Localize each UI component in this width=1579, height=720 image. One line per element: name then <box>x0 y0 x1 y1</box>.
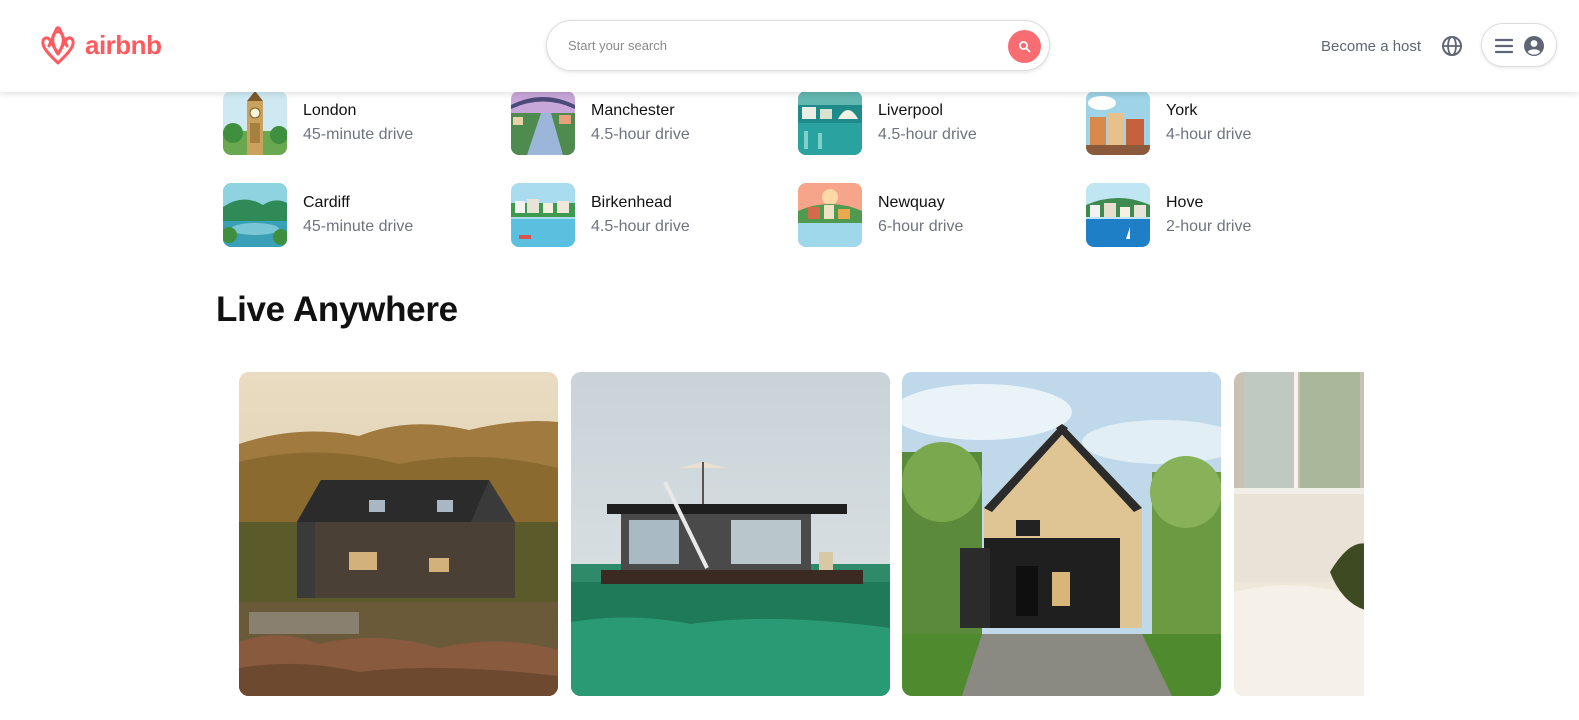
user-menu-button[interactable] <box>1481 23 1557 67</box>
airbnb-logo[interactable]: airbnb <box>39 24 162 66</box>
live-anywhere-card[interactable] <box>902 372 1221 696</box>
search-icon <box>1019 41 1031 53</box>
destination-thumbnail <box>511 183 575 247</box>
destination-newquay[interactable]: Newquay 6-hour drive <box>798 183 1058 247</box>
destination-city: Newquay <box>878 194 945 211</box>
brand-name: airbnb <box>85 29 162 60</box>
top-navbar: airbnb Become a host <box>0 0 1579 92</box>
a-frame-cabin-image <box>902 372 1221 696</box>
destination-distance: 4-hour drive <box>1166 126 1252 143</box>
live-anywhere-title: Live Anywhere <box>216 290 458 329</box>
bedroom-interior-image <box>1234 372 1364 696</box>
destination-thumbnail <box>1086 183 1150 247</box>
become-a-host-link[interactable]: Become a host <box>1321 38 1421 55</box>
destination-distance: 4.5-hour drive <box>591 218 690 235</box>
destination-distance: 2-hour drive <box>1166 218 1252 235</box>
destination-liverpool[interactable]: Liverpool 4.5-hour drive <box>798 91 1058 155</box>
destination-distance: 4.5-hour drive <box>591 126 690 143</box>
houseboat-image <box>571 372 890 696</box>
destination-thumbnail <box>798 91 862 155</box>
destination-city: Manchester <box>591 102 675 119</box>
destination-thumbnail <box>223 183 287 247</box>
hamburger-menu-icon <box>1495 38 1513 54</box>
destination-hove[interactable]: Hove 2-hour drive <box>1086 183 1346 247</box>
search-bar[interactable] <box>546 20 1050 71</box>
destination-london[interactable]: London 45-minute drive <box>223 91 483 155</box>
wooden-cottage-image <box>239 372 558 696</box>
destination-city: Liverpool <box>878 102 943 119</box>
destination-manchester[interactable]: Manchester 4.5-hour drive <box>511 91 771 155</box>
live-anywhere-card[interactable] <box>239 372 558 696</box>
destination-city: York <box>1166 102 1198 119</box>
search-input[interactable] <box>568 21 988 70</box>
destination-cardiff[interactable]: Cardiff 45-minute drive <box>223 183 483 247</box>
live-anywhere-card[interactable] <box>571 372 890 696</box>
destination-thumbnail <box>511 91 575 155</box>
destination-city: Birkenhead <box>591 194 672 211</box>
destination-birkenhead[interactable]: Birkenhead 4.5-hour drive <box>511 183 771 247</box>
destination-york[interactable]: York 4-hour drive <box>1086 91 1346 155</box>
destination-city: Hove <box>1166 194 1204 211</box>
search-button[interactable] <box>1008 30 1041 63</box>
live-anywhere-carousel <box>239 372 1364 696</box>
destination-distance: 45-minute drive <box>303 218 414 235</box>
destination-distance: 4.5-hour drive <box>878 126 977 143</box>
destination-distance: 45-minute drive <box>303 126 414 143</box>
destination-thumbnail <box>798 183 862 247</box>
destination-city: London <box>303 102 357 119</box>
destination-thumbnail <box>1086 91 1150 155</box>
user-circle-icon <box>1524 36 1544 56</box>
destination-city: Cardiff <box>303 194 350 211</box>
destination-distance: 6-hour drive <box>878 218 964 235</box>
destination-thumbnail <box>223 91 287 155</box>
airbnb-logo-icon <box>41 26 75 65</box>
language-button[interactable] <box>1441 35 1463 62</box>
globe-icon <box>1442 36 1462 56</box>
live-anywhere-card[interactable] <box>1234 372 1364 696</box>
